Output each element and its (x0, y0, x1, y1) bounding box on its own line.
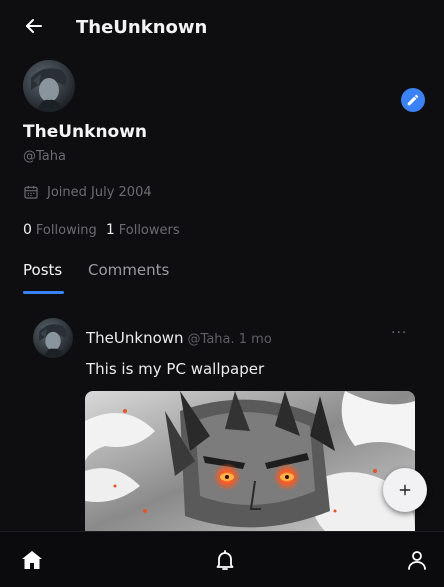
nav-notifications[interactable] (213, 548, 237, 572)
followers-stat[interactable]: 1 Followers (106, 222, 180, 238)
post-author-name[interactable]: TheUnknown (86, 329, 184, 347)
profile-icon (408, 551, 426, 570)
tab-posts[interactable]: Posts (23, 261, 62, 279)
profile-screen: TheUnknown TheUnknown @Taha Joined July … (0, 0, 444, 587)
edit-profile-button[interactable] (401, 88, 425, 112)
joined-date: Joined July 2004 (47, 184, 152, 200)
bottom-navigation (0, 531, 444, 587)
calendar-icon (24, 186, 38, 199)
following-stat[interactable]: 0 Following (23, 222, 97, 238)
profile-handle: @Taha (23, 149, 66, 164)
active-tab-indicator (23, 291, 64, 294)
tab-comments[interactable]: Comments (88, 261, 169, 279)
following-count: 0 (23, 222, 32, 238)
bell-icon (216, 550, 234, 570)
post-text: This is my PC wallpaper (86, 360, 265, 378)
post-header: TheUnknown @Taha. 1 mo (86, 329, 272, 347)
top-bar: TheUnknown (0, 0, 444, 58)
nav-home[interactable] (20, 548, 44, 572)
pencil-icon (407, 94, 419, 106)
home-icon (22, 551, 42, 569)
post-image[interactable] (85, 391, 415, 531)
nav-profile[interactable] (405, 548, 429, 572)
followers-count: 1 (105, 222, 115, 238)
profile-display-name: TheUnknown (23, 122, 148, 142)
profile-avatar[interactable] (23, 60, 75, 112)
post-author-avatar[interactable] (33, 318, 73, 358)
joined-row: Joined July 2004 (23, 184, 152, 200)
post-more-button[interactable]: ··· (391, 325, 407, 341)
header-title: TheUnknown (76, 17, 208, 38)
plus-icon (399, 484, 411, 496)
follow-stats: 0 Following 1 Followers (23, 222, 180, 238)
arrow-left-icon (26, 19, 42, 33)
followers-label: Followers (118, 223, 180, 238)
post-meta: @Taha. 1 mo (187, 332, 272, 347)
profile-tabs: Posts Comments (0, 258, 444, 296)
back-button[interactable] (22, 14, 46, 38)
create-post-button[interactable] (383, 468, 427, 512)
following-label: Following (35, 223, 97, 238)
